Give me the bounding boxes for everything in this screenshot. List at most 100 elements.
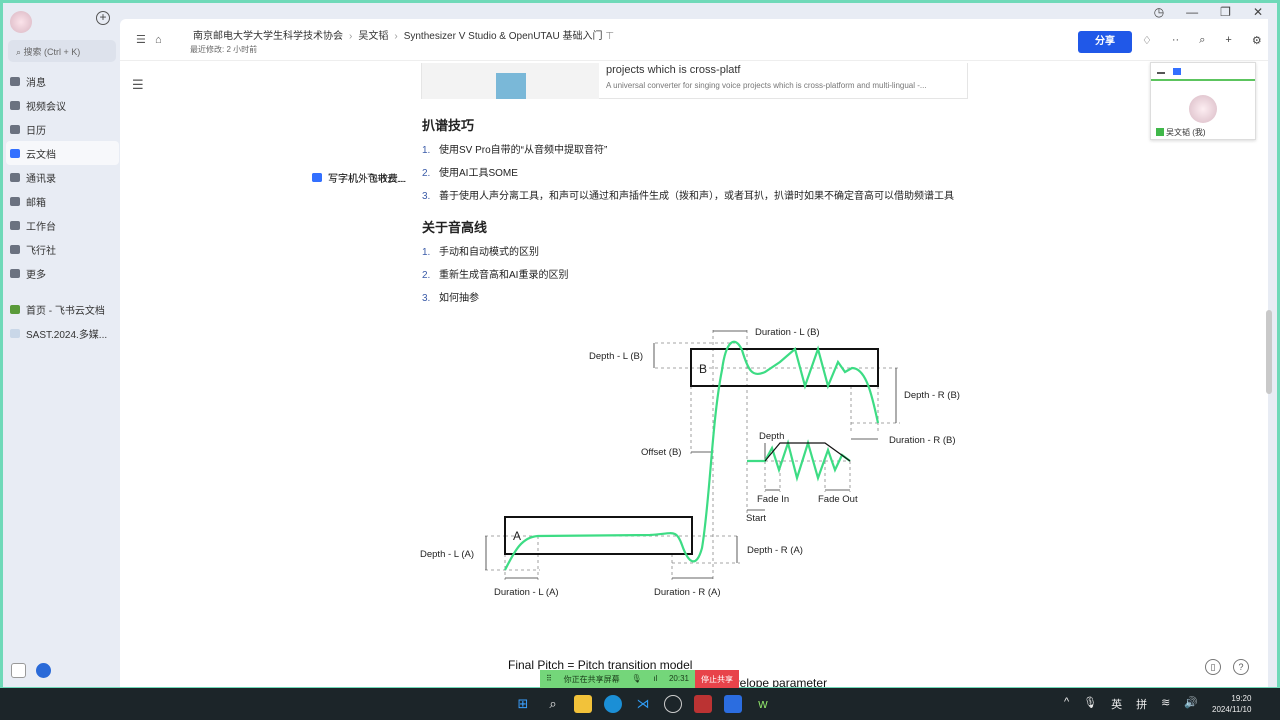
history-icon[interactable]: ◷ <box>1154 5 1164 19</box>
add-icon[interactable]: + <box>1225 34 1231 47</box>
feishu-icon[interactable] <box>724 695 742 713</box>
sidebar-item-more[interactable]: 更多 <box>6 261 119 285</box>
pinned-doc[interactable]: 首页 - 飞书云文档 <box>6 297 119 321</box>
card-thumbnail <box>422 63 599 99</box>
wifi-icon[interactable]: ≋ <box>1161 696 1170 712</box>
list-item[interactable]: 2. 重新生成音高和AI重录的区别 <box>422 266 982 286</box>
vscode-icon[interactable]: ⋊ <box>634 695 652 713</box>
mail-icon <box>10 196 20 206</box>
sidebar-item-mail[interactable]: 邮箱 <box>6 189 119 213</box>
book-icon <box>10 328 20 338</box>
minimize-icon[interactable]: — <box>1186 5 1198 19</box>
breadcrumb-item[interactable]: 吴文韬 <box>358 31 388 42</box>
scrollbar[interactable] <box>1266 310 1272 394</box>
last-modified: 最近修改: 2 小时前 <box>190 45 258 54</box>
docs-icon <box>10 148 20 158</box>
contacts-icon <box>10 172 20 182</box>
sidebar-item-community[interactable]: 飞行社 <box>6 237 119 261</box>
ime-mode[interactable]: 拼 <box>1136 696 1147 712</box>
doc-header: ☰ ⌂ 南京邮电大学大学生科学技术协会 › 吴文韬 › Synthesizer V St… <box>120 19 1268 61</box>
list-item[interactable]: 1. 使用SV Pro自带的“从音频中提取音符” <box>422 141 982 161</box>
sidebar-item-video-meeting[interactable]: 视频会议 <box>6 93 119 117</box>
breadcrumb-item[interactable]: 南京邮电大学大学生科学技术协会 <box>193 31 343 42</box>
pinned-doc[interactable]: 写字机外包收费... <box>308 165 868 189</box>
share-button[interactable]: 分享 <box>1078 31 1132 53</box>
search-icon[interactable]: ⌕ <box>544 695 562 713</box>
signal-icon: ıl <box>653 674 658 683</box>
list-item[interactable]: 3. 善于使用人声分离工具，和声可以通过和声插件生成（拨和声），或者耳扒，扒谱时如… <box>422 187 982 207</box>
sidebar-item-messages[interactable]: 消息 <box>6 69 119 93</box>
message-icon <box>10 76 20 86</box>
workplace-icon <box>10 220 20 230</box>
doc-body: 扒谱技巧 1. 使用SV Pro自带的“从音频中提取音符” 2. 使用AI工具SOM… <box>422 115 982 312</box>
home-icon[interactable]: ⌂ <box>155 34 162 46</box>
stop-share-button[interactable]: 停止共享 <box>695 670 739 688</box>
breadcrumb: 南京邮电大学大学生科学技术协会 › 吴文韬 › Synthesizer V Studio… <box>193 31 614 42</box>
create-plus-icon[interactable]: + <box>96 11 110 25</box>
participant-avatar <box>1189 95 1217 123</box>
more-icon[interactable]: ·· <box>1172 34 1179 47</box>
card-title: projects which is cross-platf <box>606 64 741 76</box>
tray-expand-icon[interactable]: ^ <box>1064 696 1069 712</box>
formula-text: nvelope parameter <box>727 676 828 687</box>
toc-icon[interactable]: ☰ <box>132 77 144 93</box>
obs-icon[interactable] <box>664 695 682 713</box>
synthv-icon[interactable]: w <box>754 695 772 713</box>
sidebar: + ⌕ 搜索 (Ctrl + K) 消息 视频会议 日历 云文档 通讯录 邮箱 … <box>3 3 406 687</box>
doc-info-icon[interactable]: ▯ <box>1205 659 1221 675</box>
card-description: A universal converter for singing voice … <box>606 81 927 90</box>
meeting-video-window[interactable]: 吴文韬 (我) <box>1150 62 1256 140</box>
bell-icon[interactable]: ♢ <box>1142 34 1152 47</box>
list-item[interactable]: 3. 如何抽参 <box>422 289 982 309</box>
list-item[interactable]: 1. 手动和自动模式的区别 <box>422 243 982 263</box>
sast-icon[interactable] <box>11 663 26 678</box>
file-explorer-icon[interactable] <box>574 695 592 713</box>
outline-toggle-icon[interactable]: ☰ <box>136 34 146 46</box>
maximize-icon[interactable]: ❐ <box>1220 5 1231 19</box>
ordered-list: 1. 手动和自动模式的区别 2. 重新生成音高和AI重录的区别 3. 如何抽参 <box>422 243 982 309</box>
link-card[interactable]: projects which is cross-platf A universa… <box>421 63 968 99</box>
minimize-icon[interactable] <box>1157 72 1165 74</box>
sidebar-item-contacts[interactable]: 通讯录 <box>6 165 119 189</box>
community-icon <box>10 244 20 254</box>
search-icon[interactable]: ⌕ <box>1199 34 1205 47</box>
volume-icon[interactable]: 🔊 <box>1184 696 1198 712</box>
clock[interactable]: 19:20 2024/11/10 <box>1212 693 1251 715</box>
pinned-doc[interactable]: SAST.2024.多媒... <box>6 321 119 345</box>
more-apps-icon <box>10 268 20 278</box>
settings-icon[interactable]: ⚙ <box>1252 34 1262 47</box>
close-icon[interactable]: ✕ <box>1253 5 1263 19</box>
heading: 扒谱技巧 <box>422 118 475 133</box>
mic-icon[interactable]: 🎙 <box>631 674 641 684</box>
video-icon <box>10 100 20 110</box>
mic-icon[interactable]: 🎙 <box>1083 696 1097 712</box>
search-icon: ⌕ <box>16 47 24 57</box>
drag-handle-icon[interactable]: ⠿ <box>546 674 552 684</box>
search-input[interactable]: ⌕ 搜索 (Ctrl + K) <box>8 40 116 62</box>
home-doc-icon <box>10 304 20 314</box>
share-time: 20:31 <box>668 674 689 683</box>
window-controls: ◷ — ❐ ✕ <box>1154 5 1263 19</box>
edge-icon[interactable] <box>604 695 622 713</box>
pin-icon[interactable]: ⊤ <box>605 31 614 42</box>
voicemeeter-icon[interactable] <box>694 695 712 713</box>
sidebar-item-workplace[interactable]: 工作台 <box>6 213 119 237</box>
ime-language[interactable]: 英 <box>1111 696 1122 712</box>
user-avatar[interactable] <box>10 11 32 33</box>
sidebar-item-docs[interactable]: 云文档 <box>6 141 119 165</box>
participant-name: 吴文韬 (我) <box>1156 127 1206 138</box>
heading: 关于音高线 <box>422 220 488 235</box>
sidebar-nav: 消息 视频会议 日历 云文档 通讯录 邮箱 工作台 飞行社 更多 写字机 - 飞… <box>6 69 406 345</box>
breadcrumb-current[interactable]: Synthesizer V Studio & OpenUTAU 基础入门 <box>404 31 603 42</box>
app-window: + ⌕ 搜索 (Ctrl + K) 消息 视频会议 日历 云文档 通讯录 邮箱 … <box>3 3 1277 687</box>
document-area: ☰ ⌂ 南京邮电大学大学生科学技术协会 › 吴文韬 › Synthesizer V St… <box>120 19 1268 687</box>
screen-share-bar: ⠿ 你正在共享屏幕 🎙 ıl 20:31 停止共享 <box>540 670 739 688</box>
screen-icon[interactable] <box>1173 68 1181 75</box>
taskbar: ⊞ ⌕ ⋊ w ^ 🎙 英 拼 ≋ 🔊 19:20 2024/11/10 <box>0 688 1280 720</box>
doc-icon <box>312 172 322 182</box>
help-icon[interactable]: ? <box>1233 659 1249 675</box>
calendar-icon <box>10 124 20 134</box>
app-icon[interactable] <box>36 663 51 678</box>
sidebar-item-calendar[interactable]: 日历 <box>6 117 119 141</box>
windows-start-icon[interactable]: ⊞ <box>514 695 532 713</box>
